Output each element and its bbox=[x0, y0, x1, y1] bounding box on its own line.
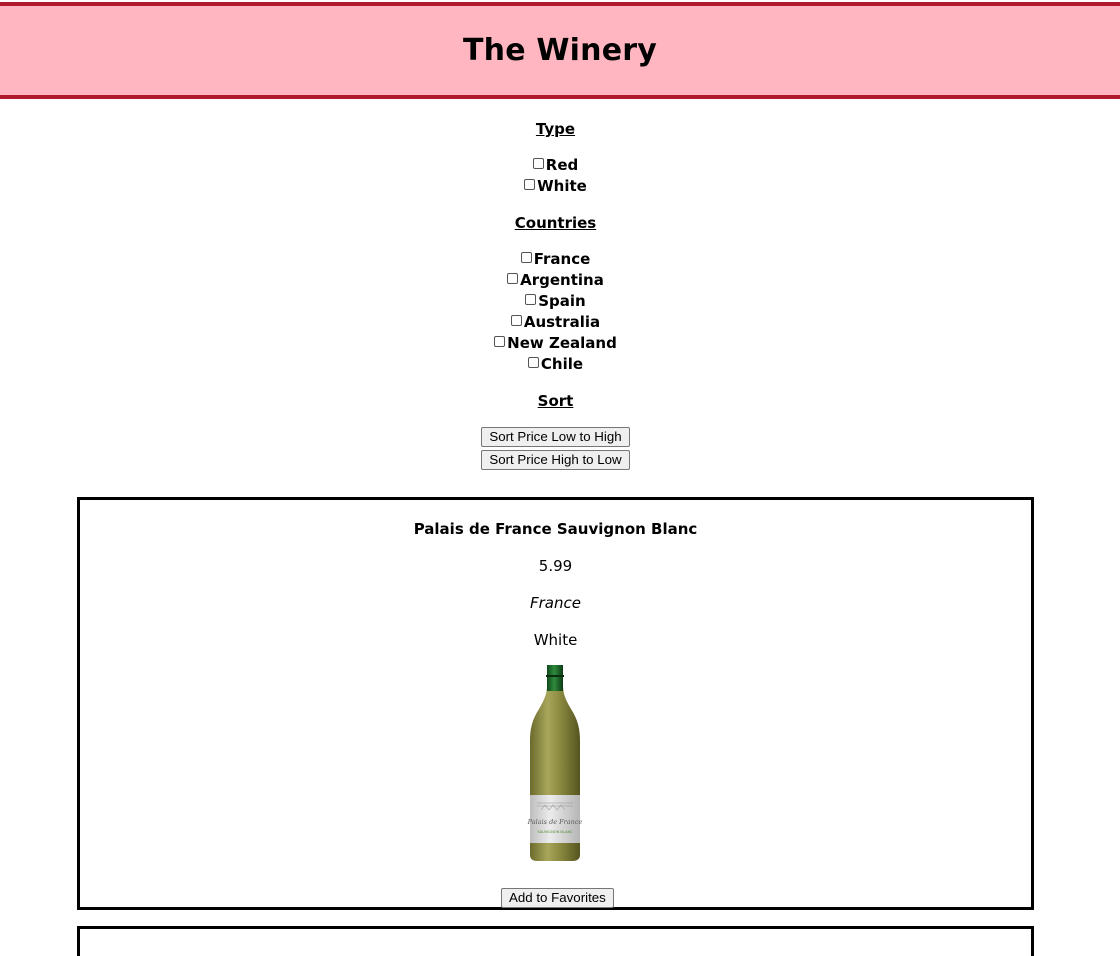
wine-country: France bbox=[530, 594, 581, 612]
type-option-label: Red bbox=[545, 156, 579, 174]
countries-heading: Countries bbox=[514, 214, 597, 232]
sort-low-high-button[interactable]: Sort Price Low to High bbox=[481, 427, 630, 447]
france-checkbox[interactable] bbox=[520, 251, 532, 263]
wine-card: Palais de France Sauvignon Blanc 5.99 Fr… bbox=[77, 497, 1034, 910]
sort-heading: Sort bbox=[537, 392, 574, 410]
country-option-label: New Zealand bbox=[507, 334, 617, 352]
filter-panel: Type Red White Countries France Argentin… bbox=[0, 118, 1111, 470]
country-option-argentina[interactable]: Argentina bbox=[0, 270, 1111, 291]
wine-card-next bbox=[77, 926, 1034, 956]
type-heading: Type bbox=[535, 120, 576, 138]
spain-checkbox[interactable] bbox=[525, 293, 537, 305]
wine-name: Palais de France Sauvignon Blanc bbox=[413, 520, 698, 538]
country-option-chile[interactable]: Chile bbox=[0, 354, 1111, 375]
country-option-label: Argentina bbox=[520, 271, 604, 289]
sort-high-low-button[interactable]: Sort Price High to Low bbox=[481, 450, 630, 470]
country-option-australia[interactable]: Australia bbox=[0, 312, 1111, 333]
argentina-checkbox[interactable] bbox=[507, 272, 519, 284]
red-checkbox[interactable] bbox=[532, 157, 544, 169]
wine-price: 5.99 bbox=[538, 557, 573, 575]
wine-type: White bbox=[533, 631, 578, 649]
wine-bottle-image: Palais de France SAUVIGNON BLANC bbox=[527, 665, 582, 861]
white-checkbox[interactable] bbox=[524, 178, 536, 190]
country-option-label: Spain bbox=[538, 292, 586, 310]
bottle-label-subtext: SAUVIGNON BLANC bbox=[537, 830, 573, 834]
add-to-favorites-button[interactable]: Add to Favorites bbox=[501, 888, 614, 908]
type-option-label: White bbox=[537, 177, 587, 195]
country-option-label: Chile bbox=[540, 355, 584, 373]
bottle-label-text: Palais de France bbox=[527, 818, 582, 826]
type-option-white[interactable]: White bbox=[0, 176, 1111, 197]
country-option-label: Australia bbox=[523, 313, 601, 331]
type-option-red[interactable]: Red bbox=[0, 155, 1111, 176]
country-option-new-zealand[interactable]: New Zealand bbox=[0, 333, 1111, 354]
australia-checkbox[interactable] bbox=[510, 314, 522, 326]
new-zealand-checkbox[interactable] bbox=[494, 335, 506, 347]
country-option-spain[interactable]: Spain bbox=[0, 291, 1111, 312]
country-option-france[interactable]: France bbox=[0, 249, 1111, 270]
country-option-label: France bbox=[533, 250, 591, 268]
site-header: The Winery bbox=[0, 2, 1120, 99]
chile-checkbox[interactable] bbox=[527, 356, 539, 368]
site-title: The Winery bbox=[462, 33, 658, 68]
